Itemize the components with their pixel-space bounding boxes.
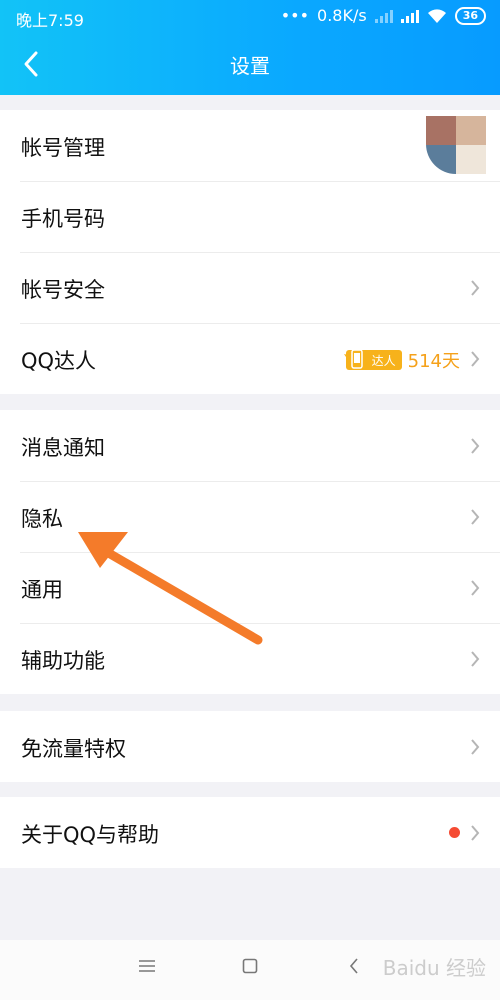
signal-icon bbox=[400, 9, 419, 23]
row-notifications[interactable]: 消息通知 bbox=[0, 410, 500, 481]
settings-group-general: 消息通知 隐私 通用 辅助功能 bbox=[0, 410, 500, 694]
row-label: 消息通知 bbox=[21, 436, 105, 460]
chevron-right-icon bbox=[471, 509, 480, 525]
system-back-icon[interactable] bbox=[348, 958, 360, 974]
row-accessibility[interactable]: 辅助功能 bbox=[0, 623, 500, 694]
avatar bbox=[426, 116, 486, 174]
network-speed: 0.8K/s bbox=[317, 6, 367, 25]
row-free-data[interactable]: 免流量特权 bbox=[0, 711, 500, 782]
menu-icon[interactable] bbox=[138, 958, 156, 974]
status-right: ••• 0.8K/s 36 bbox=[281, 6, 486, 25]
chevron-right-icon bbox=[471, 739, 480, 755]
row-label: 辅助功能 bbox=[21, 649, 105, 673]
row-label: 隐私 bbox=[21, 507, 63, 531]
row-phone-number[interactable]: 手机号码 bbox=[0, 181, 500, 252]
chevron-right-icon bbox=[471, 580, 480, 596]
row-label: 帐号管理 bbox=[21, 136, 105, 160]
chevron-right-icon bbox=[471, 825, 480, 841]
page-title: 设置 bbox=[230, 54, 270, 78]
row-qq-daren[interactable]: QQ达人 达人 514天 bbox=[0, 323, 500, 394]
row-label: 帐号安全 bbox=[21, 278, 105, 302]
winged-phone-icon bbox=[343, 349, 370, 369]
chevron-right-icon bbox=[471, 351, 480, 367]
settings-group-account: 帐号管理 手机号码 帐号安全 QQ达人 达人 514天 bbox=[0, 110, 500, 394]
watermark: Baidu 经验 bbox=[382, 956, 486, 980]
daren-badge-group: 达人 514天 bbox=[343, 347, 460, 373]
dots-icon: ••• bbox=[280, 6, 310, 25]
row-label: 关于QQ与帮助 bbox=[21, 823, 160, 847]
nav-bar: 设置 bbox=[0, 34, 500, 94]
chevron-right-icon bbox=[471, 438, 480, 454]
settings-group-data: 免流量特权 bbox=[0, 711, 500, 782]
daren-days: 514天 bbox=[407, 351, 460, 372]
row-general[interactable]: 通用 bbox=[0, 552, 500, 623]
row-label: 手机号码 bbox=[21, 207, 105, 231]
row-account-security[interactable]: 帐号安全 bbox=[0, 252, 500, 323]
app-header: 晚上7:59 ••• 0.8K/s 36 设置 bbox=[0, 0, 500, 95]
home-square-icon[interactable] bbox=[242, 958, 258, 974]
status-bar: 晚上7:59 ••• 0.8K/s 36 bbox=[0, 0, 500, 34]
settings-group-about: 关于QQ与帮助 bbox=[0, 797, 500, 868]
daren-badge-label: 达人 bbox=[371, 353, 396, 368]
daren-badge: 达人 bbox=[343, 349, 402, 370]
row-about-help[interactable]: 关于QQ与帮助 bbox=[0, 797, 500, 868]
red-dot-badge bbox=[449, 827, 460, 838]
chevron-right-icon bbox=[471, 651, 480, 667]
row-label: 免流量特权 bbox=[21, 737, 126, 761]
signal-icon bbox=[374, 9, 393, 23]
row-label: QQ达人 bbox=[21, 349, 97, 373]
wifi-icon bbox=[427, 8, 446, 23]
status-time: 晚上7:59 bbox=[16, 11, 84, 30]
battery-icon: 36 bbox=[454, 6, 486, 25]
row-label: 通用 bbox=[21, 578, 63, 602]
row-account-management[interactable]: 帐号管理 bbox=[0, 110, 500, 181]
system-nav-bar: Baidu 经验 bbox=[0, 940, 500, 1000]
chevron-right-icon bbox=[471, 280, 480, 296]
row-privacy[interactable]: 隐私 bbox=[0, 481, 500, 552]
